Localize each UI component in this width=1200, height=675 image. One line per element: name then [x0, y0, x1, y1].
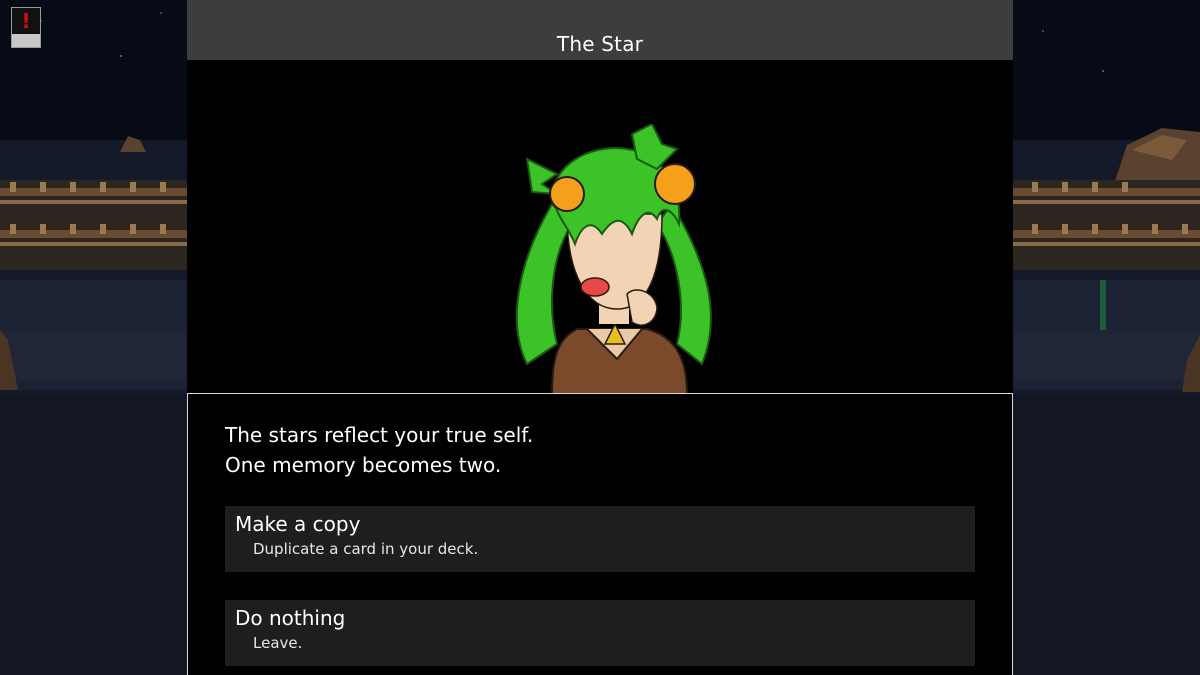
choice-description: Duplicate a card in your deck.	[253, 540, 479, 558]
event-dialog: The stars reflect your true self. One me…	[187, 393, 1013, 675]
exclamation-icon[interactable]: !	[11, 7, 41, 48]
background-scene-right	[1012, 0, 1200, 675]
choice-description: Leave.	[253, 634, 303, 652]
event-title: The Star	[556, 32, 644, 56]
choice-label: Do nothing	[235, 606, 346, 630]
choice-label: Make a copy	[235, 512, 361, 536]
event-description-line: One memory becomes two.	[225, 453, 502, 477]
event-description: The stars reflect your true self. One me…	[225, 420, 533, 480]
event-description-line: The stars reflect your true self.	[225, 423, 534, 447]
character-portrait	[515, 124, 712, 394]
choice-make-a-copy-button[interactable]: Make a copy Duplicate a card in your dec…	[225, 506, 975, 572]
event-portrait	[187, 60, 1013, 394]
background-scene-left	[0, 0, 187, 675]
choice-do-nothing-button[interactable]: Do nothing Leave.	[225, 600, 975, 666]
event-title-bar: The Star	[187, 0, 1013, 60]
